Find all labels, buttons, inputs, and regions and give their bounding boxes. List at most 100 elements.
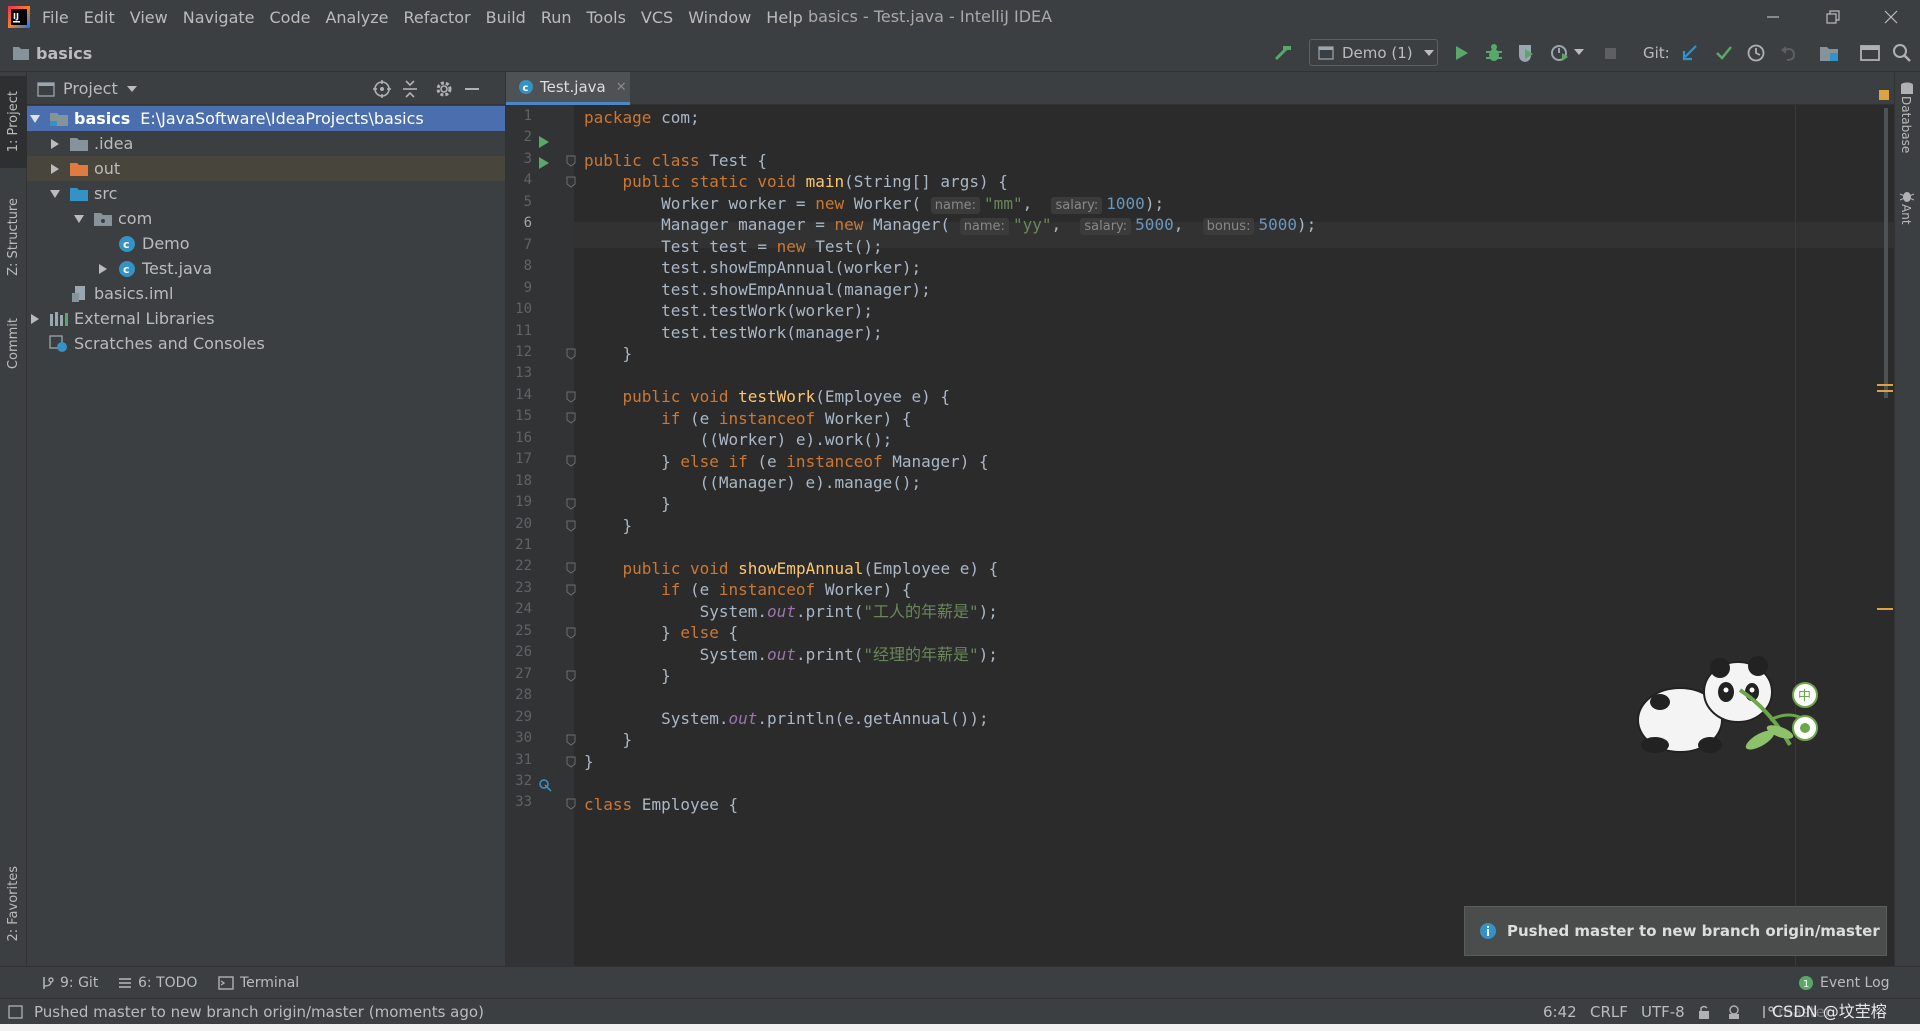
fold-marker-icon[interactable] (566, 176, 576, 188)
menu-help[interactable]: Help (766, 8, 802, 27)
fold-marker-icon[interactable] (566, 155, 576, 167)
minimize-icon[interactable] (1762, 6, 1784, 28)
fold-marker-icon[interactable] (566, 412, 576, 424)
menu-vcs[interactable]: VCS (641, 8, 673, 27)
chevron-right-icon[interactable] (27, 311, 43, 327)
caret-position[interactable]: 6:42 (1543, 999, 1577, 1025)
tool-tab-terminal[interactable]: Terminal (218, 967, 299, 999)
tree-row-out[interactable]: out (27, 156, 505, 181)
build-hammer-icon[interactable] (1272, 41, 1296, 65)
breadcrumb[interactable]: basics (12, 34, 92, 72)
tree-row-idea[interactable]: .idea (27, 131, 505, 156)
error-stripe-marker[interactable] (1877, 390, 1893, 392)
tab-test-java[interactable]: c Test.java ✕ (506, 72, 630, 105)
menu-refactor[interactable]: Refactor (404, 8, 471, 27)
restore-icon[interactable] (1822, 6, 1844, 28)
run-gutter-icon[interactable] (538, 157, 550, 169)
fold-marker-icon[interactable] (566, 670, 576, 682)
tool-tab-git[interactable]: 9: Git (40, 967, 98, 999)
tool-tab-favorites[interactable]: 2: Favorites (0, 854, 27, 954)
fold-marker-icon[interactable] (566, 348, 576, 360)
fold-marker-icon[interactable] (566, 562, 576, 575)
menu-navigate[interactable]: Navigate (183, 8, 255, 27)
menu-edit[interactable]: Edit (84, 8, 115, 27)
run-icon[interactable] (1449, 41, 1473, 65)
tree-row-basics[interactable]: basics E:\JavaSoftware\IdeaProjects\basi… (27, 106, 505, 131)
line-separator[interactable]: CRLF (1590, 999, 1628, 1025)
tab-close-icon[interactable]: ✕ (616, 80, 627, 95)
implemented-gutter-icon[interactable] (538, 778, 552, 792)
project-view-selector[interactable]: Project (37, 72, 138, 105)
fold-marker-icon[interactable] (566, 498, 576, 510)
tree-row-src[interactable]: src (27, 181, 505, 206)
git-update-icon[interactable] (1678, 41, 1702, 65)
error-stripe-marker[interactable] (1877, 608, 1893, 610)
chevron-right-icon[interactable] (95, 261, 111, 277)
tree-row-test-java[interactable]: c Test.java (27, 256, 505, 281)
tool-tab-project[interactable]: 1: Project (0, 76, 27, 168)
tool-tab-structure[interactable]: Z: Structure (0, 182, 27, 292)
tree-row-demo[interactable]: c Demo (27, 231, 505, 256)
tool-tab-todo[interactable]: 6: TODO (118, 967, 197, 999)
menu-window[interactable]: Window (688, 8, 751, 27)
debug-icon[interactable] (1482, 41, 1506, 65)
fold-marker-icon[interactable] (566, 391, 576, 403)
scrollbar[interactable] (1884, 108, 1888, 398)
fold-marker-icon[interactable] (566, 756, 576, 768)
chevron-right-icon[interactable] (47, 161, 63, 177)
tool-tab-ant[interactable]: Ant (1899, 190, 1915, 229)
locate-file-icon[interactable] (371, 78, 393, 100)
presentation-icon[interactable] (1858, 41, 1882, 65)
chevron-down-icon[interactable] (27, 111, 43, 127)
tree-row-com[interactable]: com (27, 206, 505, 231)
gear-icon[interactable] (433, 78, 455, 100)
run-gutter-icon[interactable] (538, 136, 550, 148)
fold-marker-icon[interactable] (566, 455, 576, 467)
fold-marker-icon[interactable] (566, 520, 576, 532)
fold-marker-icon[interactable] (566, 734, 576, 746)
run-configuration-select[interactable]: Demo (1) (1309, 39, 1438, 66)
inspector-icon[interactable] (1726, 1004, 1742, 1020)
fold-marker-icon[interactable] (566, 627, 576, 639)
tool-tab-event-log[interactable]: 1 Event Log (1798, 967, 1890, 999)
menu-run[interactable]: Run (541, 8, 572, 27)
chevron-down-icon[interactable] (47, 186, 63, 202)
close-icon[interactable] (1880, 6, 1902, 28)
project-structure-icon[interactable] (1817, 41, 1841, 65)
notification-balloon[interactable]: Pushed master to new branch origin/maste… (1464, 906, 1887, 956)
todo-list-icon (119, 978, 131, 988)
chevron-right-icon[interactable] (47, 136, 63, 152)
warning-marker[interactable] (1879, 90, 1889, 100)
breadcrumb-project[interactable]: basics (36, 44, 92, 63)
tool-tab-commit[interactable]: Commit (0, 304, 27, 384)
tree-row-basics-iml[interactable]: basics.iml (27, 281, 505, 306)
menu-file[interactable]: File (42, 8, 69, 27)
stop-icon[interactable] (1598, 41, 1622, 65)
error-stripe-marker[interactable] (1877, 384, 1893, 386)
fold-marker-icon[interactable] (566, 798, 576, 811)
toggle-tool-windows-icon[interactable] (8, 1005, 24, 1019)
rollback-icon[interactable] (1777, 41, 1801, 65)
collapse-all-icon[interactable] (399, 78, 421, 100)
hide-panel-icon[interactable] (461, 78, 483, 100)
menu-code[interactable]: Code (270, 8, 311, 27)
profile-icon[interactable] (1548, 41, 1572, 65)
lock-icon[interactable] (1696, 1004, 1712, 1020)
code-area[interactable]: package com; public class Test { public … (574, 105, 1895, 966)
search-icon[interactable] (1890, 41, 1914, 65)
status-message[interactable]: Pushed master to new branch origin/maste… (34, 999, 484, 1025)
tree-row-external-libraries[interactable]: External Libraries (27, 306, 505, 331)
fold-marker-icon[interactable] (566, 584, 576, 596)
coverage-icon[interactable] (1514, 41, 1538, 65)
git-commit-icon[interactable] (1712, 41, 1736, 65)
tree-row-scratches[interactable]: Scratches and Consoles (27, 331, 505, 356)
file-encoding[interactable]: UTF-8 (1641, 999, 1685, 1025)
menu-build[interactable]: Build (486, 8, 526, 27)
menu-view[interactable]: View (130, 8, 168, 27)
history-icon[interactable] (1744, 41, 1768, 65)
chevron-down-icon[interactable] (71, 211, 87, 227)
menu-analyze[interactable]: Analyze (325, 8, 388, 27)
menu-tools[interactable]: Tools (587, 8, 626, 27)
chevron-down-icon[interactable] (1574, 48, 1584, 56)
tool-tab-database[interactable]: Database (1899, 82, 1915, 157)
